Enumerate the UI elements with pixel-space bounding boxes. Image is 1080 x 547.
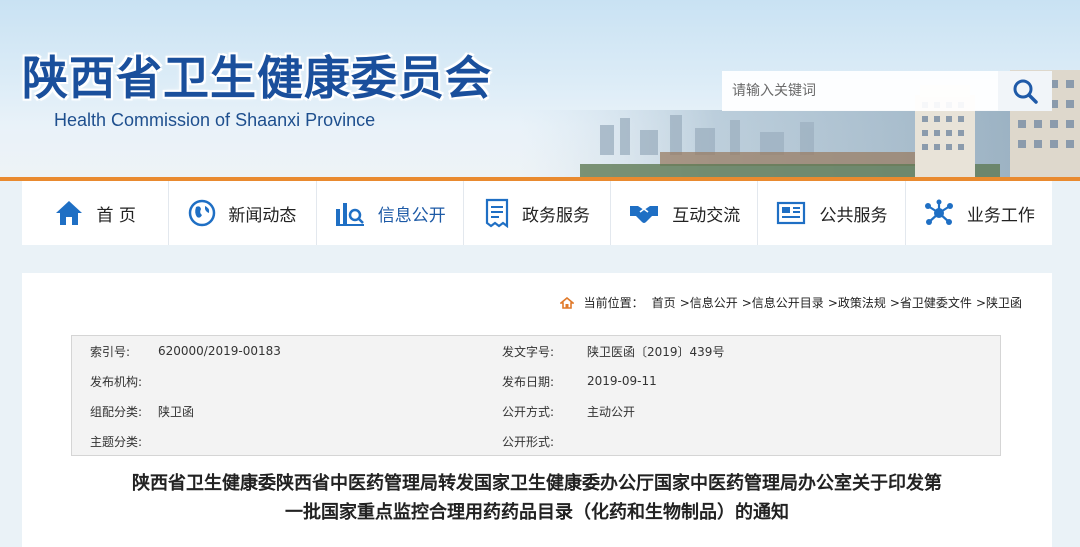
search-input[interactable] <box>722 71 998 111</box>
nav-item-gov-services[interactable]: 政务服务 <box>464 181 612 245</box>
metadata-key: 主题分类: <box>90 434 143 449</box>
document-title-line: 一批国家重点监控合理用药药品目录（化药和生物制品）的通知 <box>285 502 789 523</box>
site-header: 陕西省卫生健康委员会 Health Commission of Shaanxi … <box>0 0 1080 180</box>
metadata-key: 发布日期: <box>502 374 555 389</box>
handshake-icon <box>630 206 659 223</box>
metadata-value: 620000/2019-00183 <box>158 344 281 358</box>
search-button[interactable] <box>998 71 1052 111</box>
metadata-key: 索引号: <box>90 344 131 359</box>
metadata-key: 公开形式: <box>502 434 555 449</box>
search-icon <box>1013 79 1038 104</box>
nav-item-news[interactable]: 新闻动态 <box>169 181 317 245</box>
search-bar <box>722 71 1052 111</box>
nav-item-label: 首 页 <box>96 205 136 226</box>
nav-item-info-disclosure[interactable]: 信息公开 <box>317 181 464 245</box>
nav-item-label: 政务服务 <box>521 205 590 226</box>
nav-item-home[interactable]: 首 页 <box>22 181 170 245</box>
breadcrumb-link-policy[interactable]: >政策法规 <box>828 294 886 311</box>
nav-item-label: 公共服务 <box>819 205 888 226</box>
document-icon <box>485 198 509 228</box>
location-home-icon <box>559 296 574 309</box>
bar-chart-search-icon <box>335 203 364 226</box>
site-title-en: Health Commission of Shaanxi Province <box>54 110 376 130</box>
metadata-value: 2019-09-11 <box>587 374 657 388</box>
globe-icon <box>189 199 216 227</box>
nav-item-label: 互动交流 <box>672 205 741 226</box>
metadata-row: 发布机构: 发布日期: 2019-09-11 <box>72 366 1000 396</box>
nav-item-business[interactable]: 业务工作 <box>906 181 1052 245</box>
breadcrumb-link-home[interactable]: 首页 <box>652 294 676 311</box>
breadcrumb: 当前位置： 首页 >信息公开 >信息公开目录 >政策法规 >省卫健委文件 >陕卫… <box>559 294 1022 311</box>
metadata-key: 组配分类: <box>90 404 143 419</box>
nav-item-label: 新闻动态 <box>228 205 297 226</box>
nav-item-public-services[interactable]: 公共服务 <box>758 181 906 245</box>
metadata-key: 公开方式: <box>502 404 555 419</box>
metadata-row: 主题分类: 公开形式: <box>72 426 1000 456</box>
metadata-value: 陕卫函 <box>158 404 195 419</box>
metadata-value: 主动公开 <box>587 404 636 419</box>
breadcrumb-link-info[interactable]: >信息公开 <box>680 294 738 311</box>
metadata-key: 发文字号: <box>502 344 555 359</box>
metadata-key: 发布机构: <box>90 374 143 389</box>
nav-item-label: 业务工作 <box>966 205 1035 226</box>
breadcrumb-link-catalog[interactable]: >信息公开目录 <box>742 294 824 311</box>
metadata-value: 陕卫医函〔2019〕439号 <box>587 344 725 359</box>
breadcrumb-link-files[interactable]: >省卫健委文件 <box>890 294 972 311</box>
site-title-cn[interactable]: 陕西省卫生健康委员会 <box>22 42 492 108</box>
nav-item-interaction[interactable]: 互动交流 <box>611 181 759 245</box>
home-icon <box>56 201 83 225</box>
document-title-line: 陕西省卫生健康委陕西省中医药管理局转发国家卫生健康委办公厅国家中医药管理局办公室… <box>132 473 942 494</box>
metadata-row: 组配分类: 陕卫函 公开方式: 主动公开 <box>72 396 1000 426</box>
document-metadata-table: 索引号: 620000/2019-00183 发文字号: 陕卫医函〔2019〕4… <box>71 335 1001 456</box>
network-icon <box>924 199 953 225</box>
document-title: 陕西省卫生健康委陕西省中医药管理局转发国家卫生健康委办公厅国家中医药管理局办公室… <box>22 469 1052 527</box>
nav-item-label: 信息公开 <box>377 205 446 226</box>
newspaper-icon <box>776 201 805 225</box>
breadcrumb-link-letter[interactable]: >陕卫函 <box>976 294 1022 311</box>
breadcrumb-prefix: 当前位置： <box>583 296 644 310</box>
main-nav: 首 页 新闻动态 信息公开 政务服务 互动交流 公共服务 业务工作 <box>22 181 1052 245</box>
metadata-row: 索引号: 620000/2019-00183 发文字号: 陕卫医函〔2019〕4… <box>72 336 1000 366</box>
content-card: 当前位置： 首页 >信息公开 >信息公开目录 >政策法规 >省卫健委文件 >陕卫… <box>22 273 1052 547</box>
